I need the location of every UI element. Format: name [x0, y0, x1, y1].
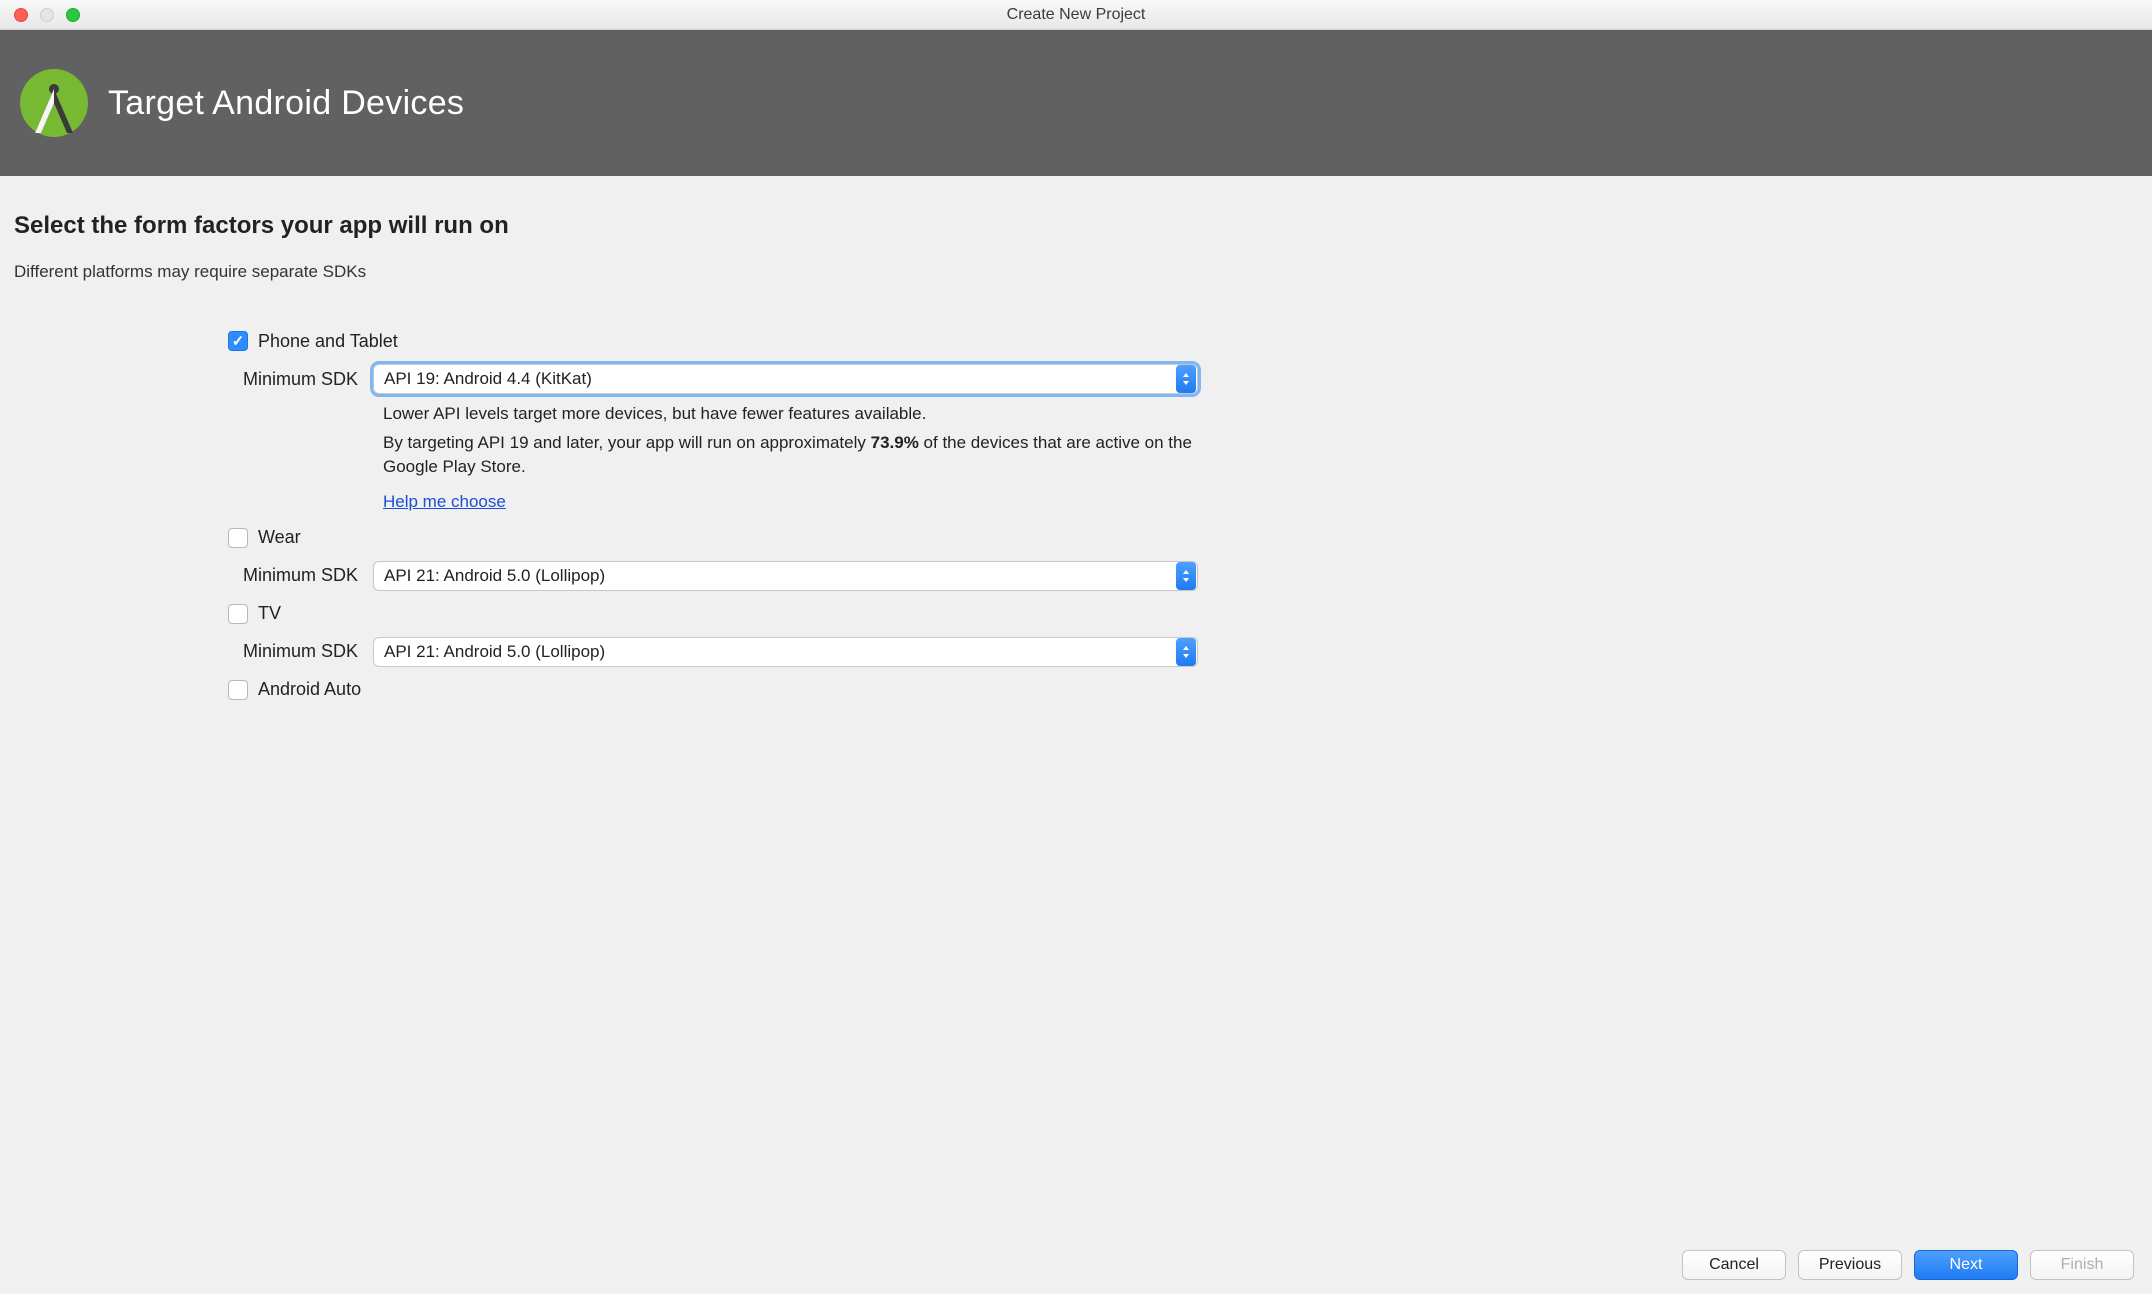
phone-sdk-row: Minimum SDK API 19: Android 4.4 (KitKat): [228, 364, 1198, 394]
form-factor-wear-row: Wear: [228, 523, 1198, 553]
hint-line-2-pre: By targeting API 19 and later, your app …: [383, 433, 871, 452]
tv-checkbox[interactable]: [228, 604, 248, 624]
tv-sdk-value: API 21: Android 5.0 (Lollipop): [384, 642, 605, 662]
page-heading: Select the form factors your app will ru…: [14, 212, 2138, 240]
tv-sdk-select[interactable]: API 21: Android 5.0 (Lollipop): [373, 637, 1198, 667]
wizard-content: Select the form factors your app will ru…: [0, 176, 2152, 1236]
phone-checkbox[interactable]: [228, 331, 248, 351]
page-subheading: Different platforms may require separate…: [14, 262, 2138, 282]
finish-button[interactable]: Finish: [2030, 1250, 2134, 1280]
wear-sdk-value: API 21: Android 5.0 (Lollipop): [384, 566, 605, 586]
wizard-footer: Cancel Previous Next Finish: [0, 1236, 2152, 1294]
android-studio-icon: [18, 67, 90, 139]
wear-sdk-select[interactable]: API 21: Android 5.0 (Lollipop): [373, 561, 1198, 591]
wizard-banner: Target Android Devices: [0, 30, 2152, 176]
dropdown-stepper-icon: [1176, 365, 1196, 393]
phone-sdk-value: API 19: Android 4.4 (KitKat): [384, 369, 592, 389]
window-title: Create New Project: [0, 6, 2152, 24]
dropdown-stepper-icon: [1176, 638, 1196, 666]
tv-sdk-row: Minimum SDK API 21: Android 5.0 (Lollipo…: [228, 637, 1198, 667]
wear-sdk-row: Minimum SDK API 21: Android 5.0 (Lollipo…: [228, 561, 1198, 591]
wizard-title: Target Android Devices: [108, 84, 464, 123]
tv-label: TV: [258, 603, 281, 624]
hint-line-1: Lower API levels target more devices, bu…: [383, 402, 1198, 427]
phone-label: Phone and Tablet: [258, 331, 398, 352]
previous-button[interactable]: Previous: [1798, 1250, 1902, 1280]
form-factors-block: Phone and Tablet Minimum SDK API 19: And…: [228, 326, 1198, 705]
cancel-button[interactable]: Cancel: [1682, 1250, 1786, 1280]
tv-sdk-label: Minimum SDK: [228, 641, 363, 662]
wear-label: Wear: [258, 527, 301, 548]
wear-checkbox[interactable]: [228, 528, 248, 548]
auto-checkbox[interactable]: [228, 680, 248, 700]
form-factor-phone-row: Phone and Tablet: [228, 326, 1198, 356]
hint-percentage: 73.9%: [871, 433, 919, 452]
dropdown-stepper-icon: [1176, 562, 1196, 590]
auto-label: Android Auto: [258, 679, 361, 700]
phone-sdk-select[interactable]: API 19: Android 4.4 (KitKat): [373, 364, 1198, 394]
next-button[interactable]: Next: [1914, 1250, 2018, 1280]
window-titlebar: Create New Project: [0, 0, 2152, 30]
hint-line-2: By targeting API 19 and later, your app …: [383, 431, 1198, 480]
phone-sdk-label: Minimum SDK: [228, 369, 363, 390]
phone-sdk-hint: Lower API levels target more devices, bu…: [383, 402, 1198, 515]
help-me-choose-link[interactable]: Help me choose: [383, 490, 506, 515]
wear-sdk-label: Minimum SDK: [228, 565, 363, 586]
form-factor-auto-row: Android Auto: [228, 675, 1198, 705]
form-factor-tv-row: TV: [228, 599, 1198, 629]
